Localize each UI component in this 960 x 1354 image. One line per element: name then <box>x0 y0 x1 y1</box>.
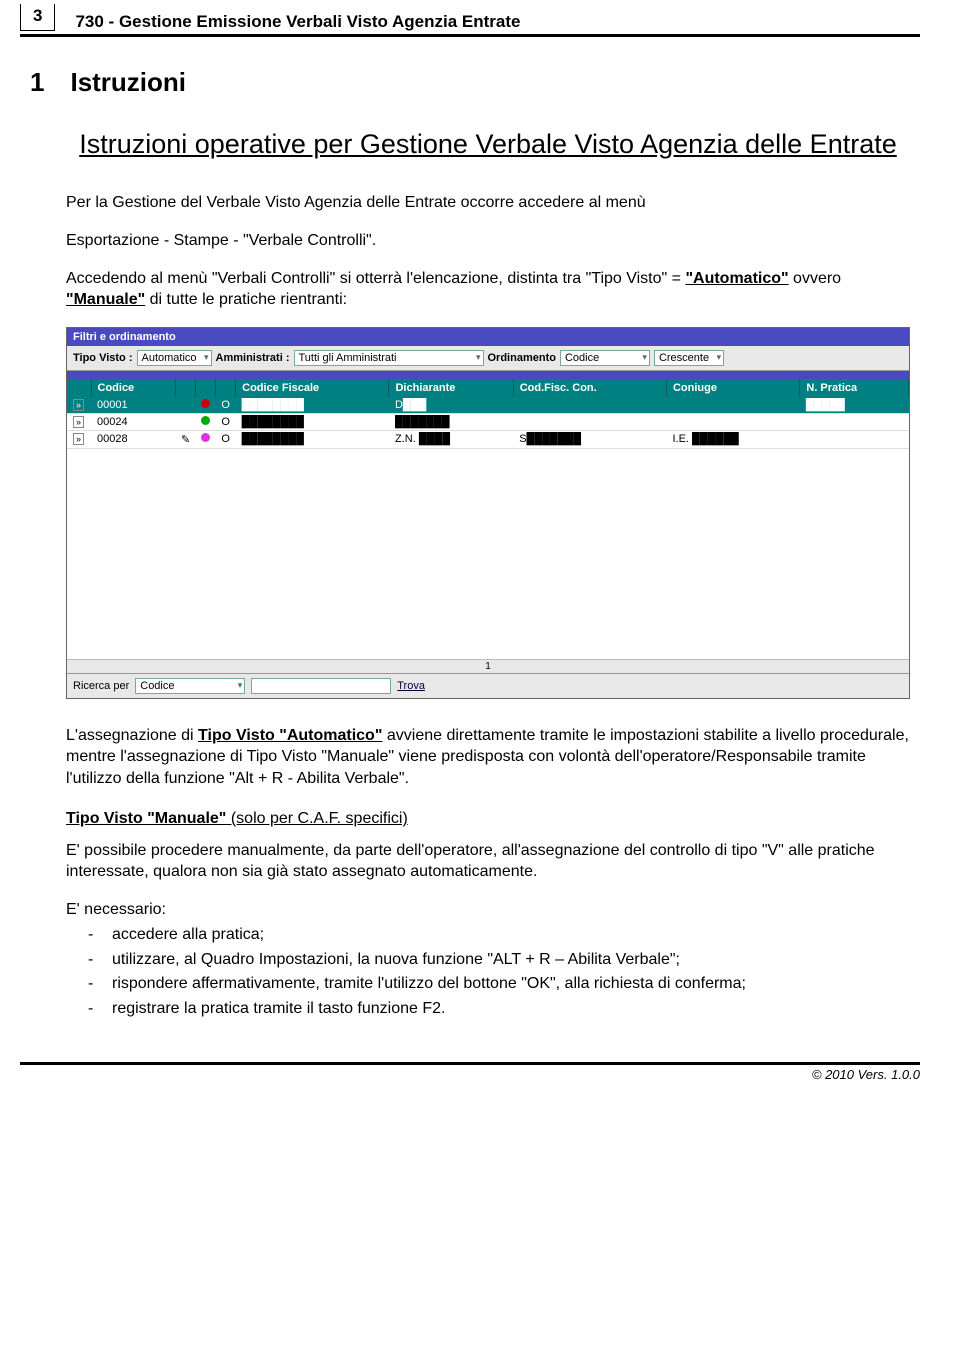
table-row[interactable]: » 00001 O ████████ D███ █████ <box>67 397 909 414</box>
list-item: registrare la pratica tramite il tasto f… <box>88 998 910 1020</box>
para-6: E' necessario: <box>66 899 910 921</box>
expand-icon[interactable]: » <box>73 433 84 445</box>
cell-dich: D███ <box>389 397 513 414</box>
cell-con <box>666 413 799 430</box>
col-dichiarante: Dichiarante <box>389 379 513 397</box>
table-row[interactable]: » 00024 O ████████ ███████ <box>67 413 909 430</box>
para-3-pre: Accedendo al menù "Verbali Controlli" si… <box>66 270 685 287</box>
select-crescente[interactable]: Crescente <box>654 350 724 366</box>
cell-codice: 00024 <box>91 413 176 430</box>
cell-con <box>666 397 799 414</box>
para-3: Accedendo al menù "Verbali Controlli" si… <box>66 268 910 311</box>
page-footer: © 2010 Vers. 1.0.0 <box>20 1062 920 1082</box>
header-title: 730 - Gestione Emissione Verbali Visto A… <box>75 12 520 32</box>
search-input[interactable] <box>251 678 391 694</box>
table-row[interactable]: » 00028 ✎ O ████████ Z.N. ████ S███████ … <box>67 430 909 448</box>
subhead-note: (solo per C.A.F. specifici) <box>226 810 407 827</box>
shot-empty-area <box>67 449 909 659</box>
cell-cfc: S███████ <box>513 430 666 448</box>
cell-cfc <box>513 397 666 414</box>
list-item: accedere alla pratica; <box>88 924 910 946</box>
select-amministrati[interactable]: Tutti gli Amministrati <box>294 350 484 366</box>
shot-page-indicator: 1 <box>67 659 909 673</box>
subhead-main: Tipo Visto "Manuale" <box>66 810 226 827</box>
page-number: 3 <box>20 4 55 31</box>
cell-cfc <box>513 413 666 430</box>
table-body: » 00001 O ████████ D███ █████ » 00024 <box>67 397 909 449</box>
cell-cf: ████████ <box>236 397 389 414</box>
cell-dich: Z.N. ████ <box>389 430 513 448</box>
list-item: rispondere affermativamente, tramite l'u… <box>88 973 910 995</box>
col-coniuge: Coniuge <box>666 379 799 397</box>
section-heading: 1 Istruzioni <box>66 67 910 98</box>
para-2: Esportazione - Stampe - "Verbale Control… <box>66 230 910 252</box>
cell-cf: ████████ <box>236 413 389 430</box>
lbl-ordinamento: Ordinamento <box>488 352 556 364</box>
trova-link[interactable]: Trova <box>397 680 425 692</box>
col-icon-1 <box>176 379 196 397</box>
lbl-ricerca: Ricerca per <box>73 680 129 692</box>
para-3-post: di tutte le pratiche rientranti: <box>145 291 347 308</box>
select-ricerca[interactable]: Codice <box>135 678 245 694</box>
subheading-tipo-visto-manuale: Tipo Visto "Manuale" (solo per C.A.F. sp… <box>66 810 910 828</box>
expand-icon[interactable]: » <box>73 399 84 411</box>
table-header-row: Codice Codice Fiscale Dichiarante Cod.Fi… <box>67 379 909 397</box>
embedded-screenshot: Filtri e ordinamento Tipo Visto : Automa… <box>66 327 910 699</box>
status-dot-icon <box>201 433 210 442</box>
shot-table: Codice Codice Fiscale Dichiarante Cod.Fi… <box>67 379 909 449</box>
para-4: L'assegnazione di Tipo Visto "Automatico… <box>66 725 910 790</box>
col-codice: Codice <box>91 379 176 397</box>
lbl-amministrati: Amministrati : <box>216 352 290 364</box>
col-npratica: N. Pratica <box>800 379 909 397</box>
cell-np: █████ <box>800 397 909 414</box>
lbl-tipo-visto: Tipo Visto : <box>73 352 133 364</box>
bullet-list: accedere alla pratica; utilizzare, al Qu… <box>66 924 910 1020</box>
cell-dich: ███████ <box>389 413 513 430</box>
shot-titlebar: Filtri e ordinamento <box>67 328 909 346</box>
para-3-automatico: "Automatico" <box>685 270 788 287</box>
cell-cf: ████████ <box>236 430 389 448</box>
main-title: Istruzioni operative per Gestione Verbal… <box>66 126 910 162</box>
select-tipo-visto[interactable]: Automatico <box>137 350 212 366</box>
cell-con: I.E. ██████ <box>666 430 799 448</box>
para-4-pre: L'assegnazione di <box>66 727 198 744</box>
cell-np <box>800 430 909 448</box>
cell-codice: 00001 <box>91 397 176 414</box>
status-dot-icon <box>201 399 210 408</box>
col-codice-fiscale: Codice Fiscale <box>236 379 389 397</box>
col-codfisc-con: Cod.Fisc. Con. <box>513 379 666 397</box>
section-number: 1 <box>30 67 44 98</box>
col-icon-2 <box>196 379 216 397</box>
para-1: Per la Gestione del Verbale Visto Agenzi… <box>66 192 910 214</box>
para-3-mid: ovvero <box>789 270 841 287</box>
page-header: 3 730 - Gestione Emissione Verbali Visto… <box>20 8 920 37</box>
col-expand <box>67 379 91 397</box>
shot-filters: Tipo Visto : Automatico Amministrati : T… <box>67 346 909 371</box>
status-dot-icon <box>201 416 210 425</box>
shot-footer: Ricerca per Codice Trova <box>67 673 909 698</box>
content: 1 Istruzioni Istruzioni operative per Ge… <box>0 37 960 1032</box>
cell-codice: 00028 <box>91 430 176 448</box>
cell-np <box>800 413 909 430</box>
expand-icon[interactable]: » <box>73 416 84 428</box>
select-ordinamento[interactable]: Codice <box>560 350 650 366</box>
section-name: Istruzioni <box>70 67 186 98</box>
list-item: utilizzare, al Quadro Impostazioni, la n… <box>88 949 910 971</box>
para-4-tipo-visto: Tipo Visto "Automatico" <box>198 727 382 744</box>
para-5: E' possibile procedere manualmente, da p… <box>66 840 910 883</box>
para-3-manuale: "Manuale" <box>66 291 145 308</box>
col-icon-3 <box>216 379 236 397</box>
